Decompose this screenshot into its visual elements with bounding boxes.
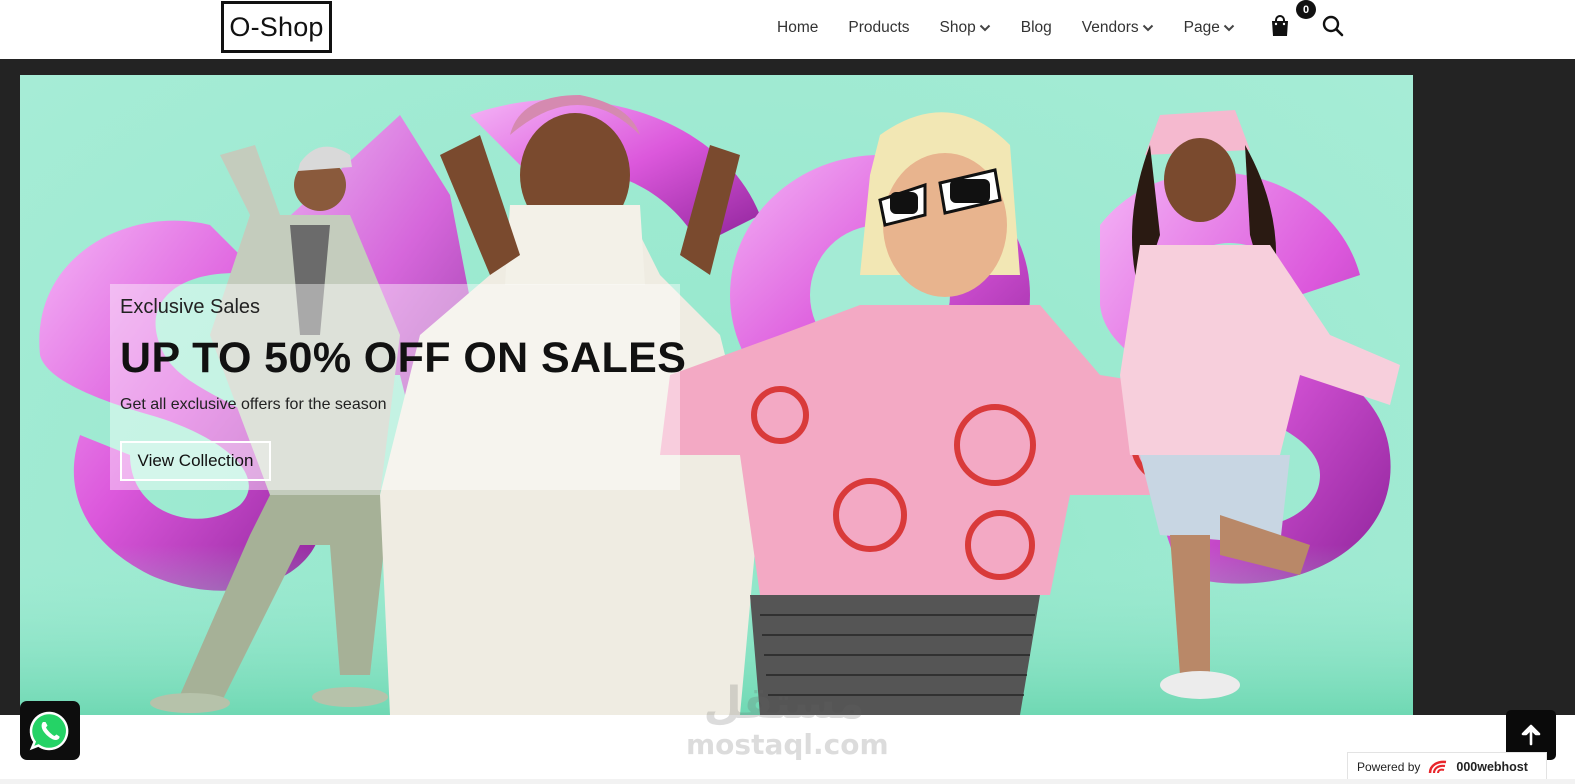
- nav-home[interactable]: Home: [777, 19, 818, 37]
- nav-shop[interactable]: Shop: [940, 19, 991, 37]
- shopping-bag-icon[interactable]: [1268, 14, 1292, 38]
- chevron-down-icon: [1142, 24, 1153, 31]
- watermark: مستقل mostaql.com: [686, 678, 889, 768]
- chevron-down-icon: [979, 24, 990, 31]
- nav-page[interactable]: Page: [1184, 19, 1235, 37]
- powered-by-host: 000webhost: [1456, 759, 1528, 774]
- view-collection-button[interactable]: View Collection: [120, 441, 271, 481]
- promo-title: UP TO 50% OFF ON SALES: [120, 334, 687, 382]
- site-header: O-Shop Home Products Shop Blog Vendors P…: [0, 0, 1575, 59]
- nav-shop-label: Shop: [939, 18, 976, 36]
- 000webhost-logo-icon: [1429, 760, 1447, 773]
- promo-kicker: Exclusive Sales: [120, 296, 261, 318]
- main-nav: Home Products Shop Blog Vendors Page: [777, 0, 1265, 55]
- whatsapp-button[interactable]: [20, 701, 80, 760]
- whatsapp-icon: [29, 711, 69, 750]
- watermark-arabic: مستقل: [703, 678, 865, 729]
- promo-subtitle: Get all exclusive offers for the season: [120, 396, 387, 413]
- nav-vendors-label: Vendors: [1081, 18, 1139, 36]
- search-icon[interactable]: [1321, 14, 1345, 38]
- arrow-up-icon: [1521, 724, 1541, 746]
- nav-products[interactable]: Products: [848, 19, 909, 37]
- nav-blog-label: Blog: [1020, 18, 1052, 36]
- powered-by-label: Powered by: [1357, 759, 1421, 774]
- nav-home-label: Home: [777, 18, 819, 36]
- chevron-down-icon: [1223, 24, 1235, 31]
- cart-count-badge: 0: [1296, 0, 1316, 19]
- powered-by-badge[interactable]: Powered by 000webhost: [1347, 752, 1547, 780]
- hero-banner: [20, 75, 1413, 715]
- nav-blog[interactable]: Blog: [1021, 19, 1052, 37]
- page-bottom-strip: [0, 779, 1575, 784]
- watermark-latin: mostaql.com: [686, 728, 889, 761]
- nav-page-label: Page: [1183, 18, 1220, 36]
- site-logo[interactable]: O-Shop: [221, 1, 332, 53]
- nav-products-label: Products: [848, 18, 910, 36]
- nav-vendors[interactable]: Vendors: [1082, 19, 1154, 37]
